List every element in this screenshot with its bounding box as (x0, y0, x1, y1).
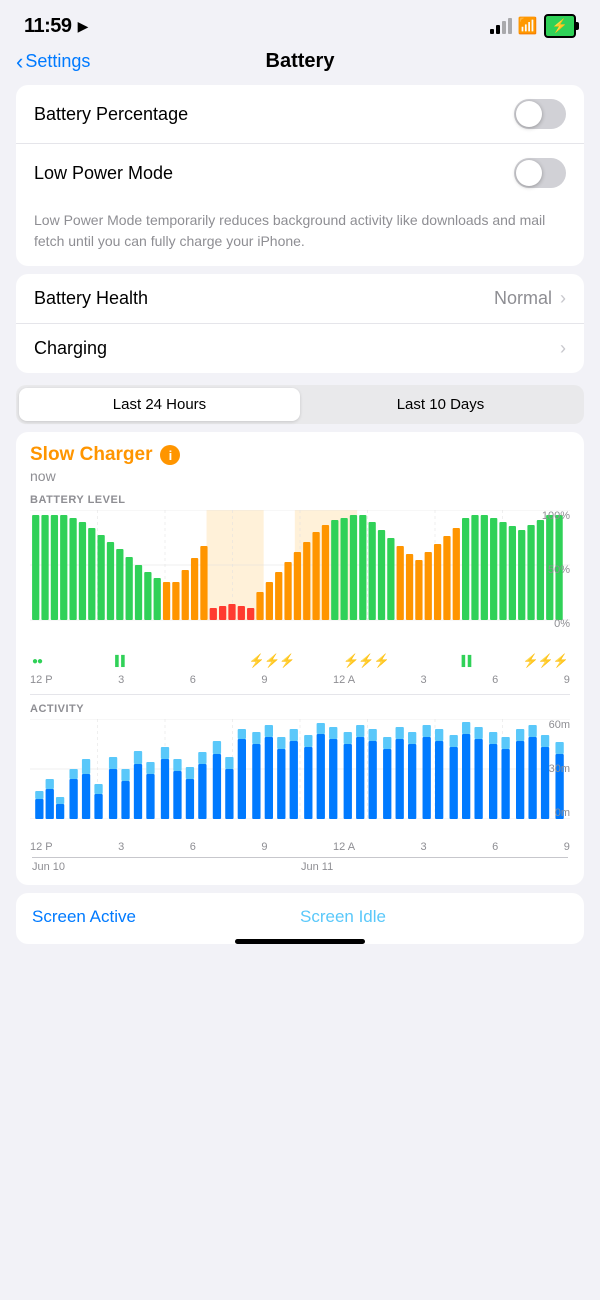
battery-x-labels: 12 P 3 6 9 12 A 3 6 9 (30, 672, 570, 690)
ax-label-6b: 6 (492, 841, 498, 853)
date-labels: Jun 10 Jun 11 (30, 857, 570, 873)
low-power-mode-row: Low Power Mode (16, 144, 584, 202)
screen-active-label: Screen Active (32, 907, 136, 926)
battery-health-row[interactable]: Battery Health Normal › (16, 274, 584, 324)
nav-bar: ‹ Settings Battery (0, 46, 600, 85)
chevron-left-icon: ‹ (16, 49, 23, 75)
charging-row[interactable]: Charging › (16, 324, 584, 373)
activity-chart-label: ACTIVITY (30, 703, 570, 715)
wifi-icon: 📶 (518, 16, 538, 36)
low-power-mode-toggle[interactable] (514, 158, 566, 188)
home-indicator (235, 939, 365, 944)
status-time: 11:59 (24, 15, 72, 38)
battery-percentage-toggle[interactable] (514, 99, 566, 129)
signal-bar-2 (496, 25, 500, 34)
activity-chart: 60m 30m 0m (30, 719, 570, 839)
battery-charging-icon: ⚡ (544, 14, 576, 38)
ax-label-9: 9 (261, 841, 267, 853)
screen-active-col: Screen Active (32, 907, 300, 927)
date-jun11: Jun 11 (299, 857, 568, 873)
screen-usage-row: Screen Active Screen Idle (32, 907, 568, 927)
battery-level-chart: 100% 50% 0% (30, 510, 570, 650)
activity-x-labels: 12 P 3 6 9 12 A 3 6 9 (30, 839, 570, 857)
battery-health-card: Battery Health Normal › Charging › (16, 274, 584, 373)
slow-charger-row: Slow Charger i (30, 444, 570, 466)
chevron-right-icon: › (560, 288, 566, 309)
back-label: Settings (25, 51, 90, 72)
low-power-mode-label: Low Power Mode (34, 163, 173, 184)
activity-y-30: 30m (549, 763, 570, 775)
signal-bars (490, 18, 512, 34)
x-label-6b: 6 (492, 674, 498, 686)
x-label-9a: 9 (261, 674, 267, 686)
low-power-description: Low Power Mode temporarily reduces backg… (16, 202, 584, 266)
battery-level-chart-label: BATTERY LEVEL (30, 494, 570, 506)
ax-label-3b: 3 (421, 841, 427, 853)
x-label-3a: 3 (118, 674, 124, 686)
charging-label: Charging (34, 338, 107, 359)
ax-label-12p: 12 P (30, 841, 53, 853)
back-button[interactable]: ‹ Settings (16, 49, 90, 75)
signal-bar-1 (490, 29, 494, 34)
battery-health-right: Normal › (494, 288, 566, 309)
ax-label-6: 6 (190, 841, 196, 853)
battery-health-value: Normal (494, 288, 552, 309)
x-label-3b: 3 (421, 674, 427, 686)
date-jun10: Jun 10 (32, 857, 299, 873)
status-icons: 📶 ⚡ (490, 14, 576, 38)
battery-settings-card: Battery Percentage Low Power Mode Low Po… (16, 85, 584, 266)
ax-label-9b: 9 (564, 841, 570, 853)
info-button[interactable]: i (160, 445, 180, 465)
time-segment-control: Last 24 Hours Last 10 Days (16, 385, 584, 424)
screen-usage-card: Screen Active Screen Idle (16, 893, 584, 944)
battery-svg (30, 510, 570, 630)
ax-label-3: 3 (118, 841, 124, 853)
x-label-9b: 9 (564, 674, 570, 686)
charging-indicators-row: ●● ▌▌ ⚡⚡⚡ ⚡⚡⚡ ▌▌ ⚡⚡⚡ (30, 650, 570, 672)
ax-label-12a: 12 A (333, 841, 355, 853)
toggle-knob-2 (516, 160, 542, 186)
chevron-right-icon-2: › (560, 338, 566, 359)
now-label: now (30, 468, 570, 484)
screen-idle-label: Screen Idle (300, 907, 386, 926)
signal-bar-4 (508, 18, 512, 34)
activity-y-labels: 60m 30m 0m (549, 719, 570, 819)
battery-health-label: Battery Health (34, 288, 148, 309)
slow-charger-label: Slow Charger (30, 444, 152, 466)
navigation-icon: ▶ (78, 18, 89, 35)
page-title: Battery (266, 50, 335, 73)
screen-idle-col: Screen Idle (300, 907, 568, 927)
battery-chart-card: Slow Charger i now BATTERY LEVEL (16, 432, 584, 885)
battery-percentage-row: Battery Percentage (16, 85, 584, 144)
battery-bolt: ⚡ (552, 18, 568, 34)
segment-tab-10d[interactable]: Last 10 Days (300, 388, 581, 421)
segment-tab-24h[interactable]: Last 24 Hours (19, 388, 300, 421)
x-label-6a: 6 (190, 674, 196, 686)
x-label-12a: 12 A (333, 674, 355, 686)
signal-bar-3 (502, 21, 506, 34)
toggle-knob (516, 101, 542, 127)
status-bar: 11:59 ▶ 📶 ⚡ (0, 0, 600, 46)
activity-svg (30, 719, 570, 819)
activity-y-0: 0m (549, 807, 570, 819)
battery-percentage-label: Battery Percentage (34, 104, 188, 125)
activity-y-60: 60m (549, 719, 570, 731)
x-label-12p: 12 P (30, 674, 53, 686)
